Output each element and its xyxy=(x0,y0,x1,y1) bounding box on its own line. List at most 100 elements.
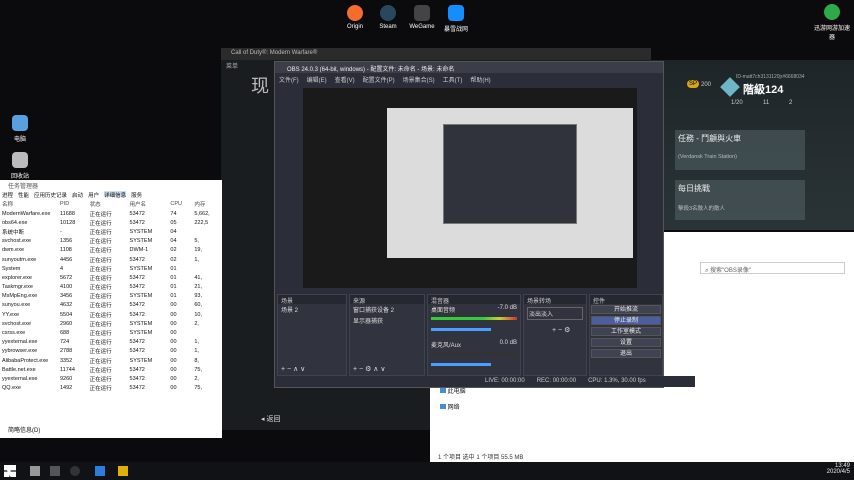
tab-services[interactable]: 服务 xyxy=(131,191,142,199)
scene-controls[interactable]: + − ∧ ∨ xyxy=(281,365,305,373)
source-item[interactable]: 显示器捕获 xyxy=(350,315,424,326)
table-cell: 正在运行 xyxy=(89,386,112,393)
obs-window[interactable]: OBS 24.0.3 (64-bit, windows) - 配置文件: 未命名… xyxy=(274,61,695,388)
exit-button[interactable]: 退出 xyxy=(591,349,661,358)
table-row[interactable]: obs64.exe 10128 正在运行 53472 05 222,5 xyxy=(0,218,222,227)
tab-startup[interactable]: 启动 xyxy=(72,191,83,199)
table-cell xyxy=(192,227,222,236)
table-cell: 53472 xyxy=(129,210,145,217)
taskbar-app-icon[interactable] xyxy=(30,466,40,476)
taskbar-app-icon[interactable] xyxy=(118,466,128,476)
tab-performance[interactable]: 性能 xyxy=(18,191,29,199)
table-cell: SYSTEM xyxy=(129,320,153,327)
dock-header: 场景 xyxy=(278,295,346,305)
table-row[interactable]: QQ.exe 1492 正在运行 53472 00 75, xyxy=(0,384,222,393)
table-cell: 05 xyxy=(170,219,177,226)
desktop-icon-label: Origin xyxy=(346,24,363,30)
table-cell: 1, xyxy=(194,348,199,355)
table-row[interactable]: svchost.exe 1356 正在运行 SYSTEM 04 5, xyxy=(0,237,222,246)
start-streaming-button[interactable]: 开始推流 xyxy=(591,305,661,314)
table-cell: Battle.net.exe xyxy=(2,366,36,373)
table-cell: 4 xyxy=(60,265,64,272)
menu-help[interactable]: 帮助(H) xyxy=(470,75,490,84)
tab-users[interactable]: 用户 xyxy=(88,191,99,199)
transition-select[interactable]: 淡出淡入 xyxy=(527,307,583,320)
studio-mode-button[interactable]: 工作室模式 xyxy=(591,327,661,336)
explorer-status: 1 个项目 选中 1 个项目 55.5 MB xyxy=(438,455,524,461)
sp-badge: SP xyxy=(687,80,700,88)
menu-scene-collection[interactable]: 场景集合(S) xyxy=(403,75,435,84)
table-row[interactable]: Taskmgr.exe 4100 正在运行 53472 01 21, xyxy=(0,283,222,292)
table-cell: 53472 xyxy=(129,256,145,263)
volume-slider[interactable] xyxy=(431,328,491,331)
column-header[interactable]: 名称 xyxy=(0,199,58,209)
stop-recording-button[interactable]: 停止录制 xyxy=(591,316,661,325)
clock[interactable]: 13:49 2020/4/5 xyxy=(820,463,850,475)
table-cell xyxy=(192,328,222,337)
table-cell: csrss.exe xyxy=(2,330,26,337)
taskbar-app-icon[interactable] xyxy=(95,466,105,476)
wegame-icon xyxy=(414,5,430,21)
fewer-details-link[interactable]: 简略信息(D) xyxy=(8,425,40,434)
column-header[interactable]: CPU xyxy=(168,199,192,209)
source-controls[interactable]: + − ⚙ ∧ ∨ xyxy=(353,365,385,373)
volume-slider[interactable] xyxy=(431,363,491,366)
taskbar-app-icon[interactable] xyxy=(70,466,80,476)
table-row[interactable]: csrss.exe 688 正在运行 SYSTEM 00 xyxy=(0,328,222,337)
game-player-panel: ID-matt7ch3131120jr#6668034 階級124 SP 200… xyxy=(651,60,854,230)
game-back-button[interactable]: ◂ 返回 xyxy=(261,414,280,424)
tab-app-history[interactable]: 应用历史记录 xyxy=(34,191,67,199)
obs-preview[interactable] xyxy=(303,88,637,288)
recycle-bin-icon xyxy=(12,152,28,168)
table-row[interactable]: ModernWarfare.exe 11688 正在运行 53472 74 5,662, xyxy=(0,209,222,218)
search-box[interactable]: ⌕ 搜索"OBS录像" xyxy=(700,262,845,274)
table-cell: 正在运行 xyxy=(89,367,112,374)
column-header[interactable]: 用户名 xyxy=(128,199,169,209)
table-row[interactable]: 系统中断 - 正在运行 SYSTEM 04 xyxy=(0,227,222,236)
table-row[interactable]: System 4 正在运行 SYSTEM 01 xyxy=(0,264,222,273)
menu-edit[interactable]: 编辑(E) xyxy=(307,75,327,84)
desktop-icon-computer[interactable]: 电脑 xyxy=(0,115,40,143)
table-row[interactable]: MsMpEng.exe 3456 正在运行 SYSTEM 01 93, xyxy=(0,292,222,301)
settings-button[interactable]: 设置 xyxy=(591,338,661,347)
column-header[interactable]: 内存 xyxy=(192,199,222,209)
mixer-dock: 混音器 桌面音频 -7.0 dB 麦克风/Aux 0.0 dB xyxy=(427,294,521,376)
table-cell: 正在运行 xyxy=(89,275,112,282)
column-header[interactable]: PID xyxy=(58,199,88,209)
tab-processes[interactable]: 进程 xyxy=(2,191,13,199)
table-row[interactable]: svchost.exe 2960 正在运行 SYSTEM 00 2, xyxy=(0,319,222,328)
menu-tools[interactable]: 工具(T) xyxy=(443,75,463,84)
desktop-icon-recycle-bin[interactable]: 回收站 xyxy=(0,152,40,180)
task-card-1[interactable]: 任務 - 鬥顧與火車 (Verdansk Train Station) xyxy=(675,130,805,170)
source-item[interactable]: 窗口捕获设备 2 xyxy=(350,304,424,315)
task-card-2[interactable]: 每日挑戰 擊殺3名敵人的敵人 xyxy=(675,180,805,220)
transition-controls[interactable]: + − ⚙ xyxy=(524,326,586,334)
table-cell: yyexternal.exe xyxy=(2,339,38,346)
column-header[interactable]: 状态 xyxy=(88,199,128,209)
table-row[interactable]: sunyou.exe 4632 正在运行 53472 00 60, xyxy=(0,301,222,310)
start-button[interactable] xyxy=(4,465,16,477)
task-manager-window[interactable]: 任务管理器 进程 性能 应用历史记录 启动 用户 详细信息 服务 名称 PID … xyxy=(0,180,222,438)
menu-profile[interactable]: 配置文件(P) xyxy=(363,75,395,84)
table-cell: 74 xyxy=(170,210,177,217)
menu-file[interactable]: 文件(F) xyxy=(279,75,299,84)
taskbar-app-icon[interactable] xyxy=(50,466,60,476)
table-row[interactable]: yybrowser.exe 2788 正在运行 53472 00 1, xyxy=(0,347,222,356)
table-row[interactable]: AlibabaProtect.exe 3352 正在运行 SYSTEM 00 8, xyxy=(0,356,222,365)
table-row[interactable]: YY.exe 5504 正在运行 53472 00 10, xyxy=(0,310,222,319)
table-row[interactable]: explorer.exe 5672 正在运行 53472 01 41, xyxy=(0,273,222,282)
sidebar-item-network[interactable]: 网络 xyxy=(440,402,460,411)
table-row[interactable]: yyexternal.exe 9260 正在运行 53472 00 2, xyxy=(0,374,222,383)
tab-details[interactable]: 详细信息 xyxy=(104,191,127,199)
table-row[interactable]: Battle.net.exe 11744 正在运行 53472 00 75, xyxy=(0,365,222,374)
scene-item[interactable]: 场景 2 xyxy=(278,304,346,315)
desktop-icon-xunyou[interactable]: 迅游网游加速器 xyxy=(812,4,852,41)
table-row[interactable]: sunyoutm.exe 4456 正在运行 53472 02 1, xyxy=(0,255,222,264)
desktop-icon-battlenet[interactable]: 暴雪战网 xyxy=(436,5,476,33)
table-row[interactable]: dwm.exe 1108 正在运行 DWM-1 02 19, xyxy=(0,246,222,255)
obs-title-bar[interactable]: OBS 24.0.3 (64-bit, windows) - 配置文件: 未命名… xyxy=(275,62,663,73)
game-title-bar[interactable]: Call of Duty®: Modern Warfare® xyxy=(221,48,651,60)
menu-view[interactable]: 查看(V) xyxy=(335,75,355,84)
table-row[interactable]: yyexternal.exe 724 正在运行 53472 00 1, xyxy=(0,338,222,347)
table-cell: 01 xyxy=(170,284,177,291)
